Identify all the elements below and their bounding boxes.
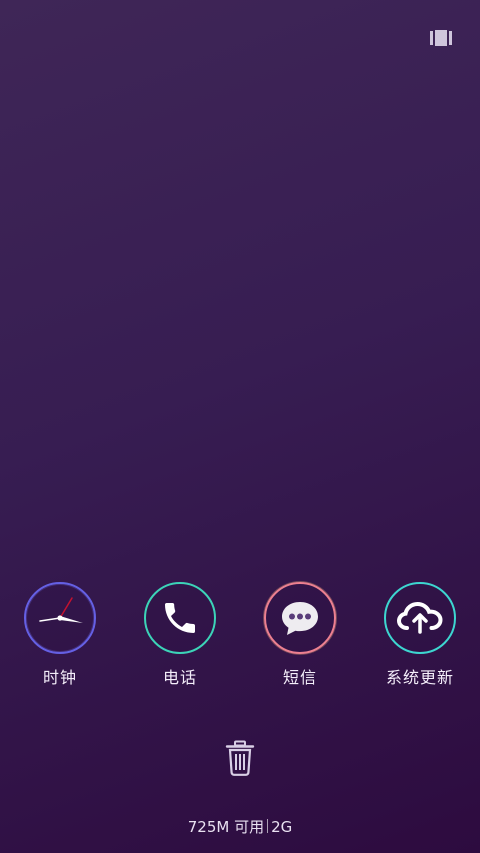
message-icon	[282, 602, 318, 635]
memory-available: 725M 可用	[187, 818, 265, 836]
app-clock[interactable]: 时钟	[0, 582, 120, 688]
trash-icon	[225, 740, 255, 776]
app-system-update[interactable]: 系统更新	[360, 582, 480, 688]
app-phone[interactable]: 电话	[120, 582, 240, 688]
memory-divider	[267, 819, 269, 833]
memory-total: 2G	[271, 818, 293, 836]
app-messages[interactable]: 短信	[240, 582, 360, 688]
app-label-messages: 短信	[282, 668, 317, 687]
app-label-clock: 时钟	[42, 668, 77, 687]
cloud-upload-icon	[396, 601, 443, 634]
app-label-system-update: 系统更新	[385, 668, 454, 687]
message-icon-ring	[264, 582, 336, 654]
recents-toggle-button[interactable]	[428, 28, 454, 48]
cloud-upload-icon-ring	[384, 582, 456, 654]
app-label-phone: 电话	[162, 668, 197, 687]
recent-apps-row: 时钟 电话 短信 系统更新	[0, 582, 480, 692]
clock-icon-ring	[24, 582, 96, 654]
recents-toggle-icon	[430, 30, 452, 46]
memory-status: 725M 可用 2G	[0, 816, 480, 837]
phone-icon	[165, 603, 195, 633]
clear-all-button[interactable]	[222, 738, 258, 778]
clock-icon	[39, 597, 83, 623]
phone-icon-ring	[144, 582, 216, 654]
